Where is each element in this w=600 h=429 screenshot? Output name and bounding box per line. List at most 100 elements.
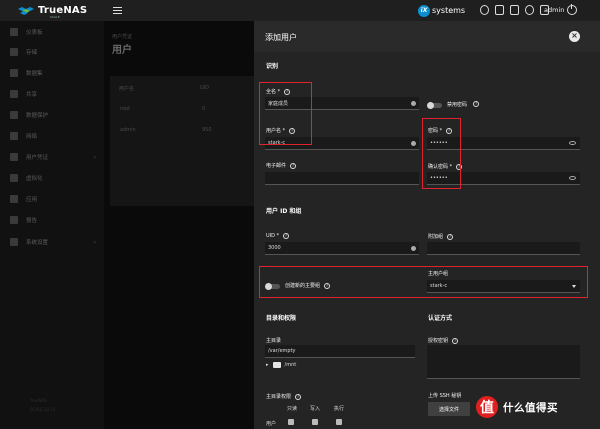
dialog-scrollbar[interactable] (595, 52, 598, 429)
breadcrumb[interactable]: 用户凭证 (112, 33, 132, 40)
credentials-icon (10, 153, 18, 161)
help-icon[interactable]: ? (290, 162, 297, 169)
home-perms-label: 主目录权限? (266, 393, 302, 400)
tree-item-mnt[interactable]: ▸ /mnt (266, 362, 296, 368)
chevron-right-icon: › (93, 238, 96, 246)
tree-item-label: /mnt (284, 362, 297, 368)
table-row[interactable]: root (120, 106, 130, 112)
visibility-icon[interactable] (569, 141, 576, 145)
sidebar-item-shares[interactable]: 共享 (0, 85, 104, 103)
table-row[interactable]: admin (120, 127, 136, 133)
sidebar-item-label: 系统设置 (26, 240, 49, 246)
dialog-header: 添加用户 × (254, 21, 600, 52)
perm-user-exec-checkbox[interactable] (336, 419, 342, 425)
home-dir-label: 主目录 (266, 338, 282, 344)
auth-keys-textarea[interactable] (427, 345, 580, 379)
perm-row-user: 用户 (266, 421, 277, 427)
app-name: TrueNAS (38, 5, 88, 16)
ixsystems-logo[interactable]: iX systems (418, 4, 465, 17)
virtualization-icon (10, 174, 18, 182)
power-icon[interactable] (567, 4, 577, 15)
table-header[interactable]: 用户名 (119, 85, 134, 92)
sidebar: 仪表板 存储 数据集 共享 数据保护 网络 用户凭证 › 虚拟化 应用 报告 系统… (0, 21, 104, 429)
perm-user-write-checkbox[interactable] (312, 419, 318, 425)
section-authentication: 认证方式 (428, 315, 453, 322)
network-icon (10, 132, 18, 140)
truecommand-icon[interactable] (480, 5, 489, 15)
hamburger-icon[interactable] (113, 7, 122, 15)
table-cell: 950 (202, 127, 212, 133)
uid-label: UID *? (266, 233, 290, 239)
uid-field[interactable]: 3000 (265, 242, 419, 255)
sidebar-item-data-protection[interactable]: 数据保护 (0, 106, 104, 124)
table-header[interactable]: UID (200, 85, 209, 91)
close-icon[interactable]: × (569, 31, 580, 42)
aux-groups-select[interactable] (427, 242, 580, 255)
home-dir-field[interactable]: /var/empty (265, 345, 415, 358)
watermark-badge: 值 (476, 396, 498, 418)
sidebar-item-reports[interactable]: 报告 (0, 211, 104, 229)
chevron-right-icon: › (93, 153, 96, 161)
home-dir-value: /var/empty (268, 348, 296, 354)
add-user-dialog: 添加用户 × 识别 全名 *? 家庭成员 禁用密码 ? 用户名 *? stark… (254, 21, 600, 429)
clear-icon[interactable] (411, 140, 416, 146)
email-label: 电子邮件? (266, 162, 297, 169)
disable-password-toggle[interactable] (427, 101, 442, 109)
sidebar-item-apps[interactable]: 应用 (0, 190, 104, 208)
settings-icon[interactable] (525, 5, 534, 15)
highlight-primary-group (259, 266, 588, 298)
help-icon[interactable]: ? (452, 337, 459, 344)
clipboard-icon[interactable] (510, 5, 519, 15)
expand-icon[interactable]: ▸ (266, 362, 269, 368)
ix-badge: iX (418, 4, 430, 17)
auth-keys-label: 授权密钥? (428, 337, 459, 344)
sidebar-footer-version: SCALE 22.12 (30, 407, 56, 412)
sidebar-item-credentials[interactable]: 用户凭证 › (0, 148, 104, 166)
main-content: 用户凭证 用户 用户名 UID root 0 admin 950 (104, 21, 254, 429)
perm-col-read: 只读 (287, 406, 298, 412)
perm-col-exec: 执行 (334, 406, 345, 412)
sidebar-item-label: 共享 (26, 92, 38, 98)
sidebar-item-label: 网络 (26, 134, 38, 140)
system-settings-icon (10, 238, 18, 246)
email-field[interactable] (265, 172, 419, 185)
help-icon[interactable]: ? (473, 101, 479, 107)
sidebar-item-label: 数据集 (26, 71, 43, 77)
sidebar-item-label: 用户凭证 (26, 155, 49, 161)
users-table: 用户名 UID root 0 admin 950 (110, 76, 254, 206)
jobs-icon[interactable] (495, 5, 504, 15)
page-title: 用户 (112, 45, 132, 56)
perm-user-read-checkbox[interactable] (288, 419, 294, 425)
watermark: 值 什么值得买 (476, 396, 558, 418)
sidebar-item-label: 报告 (26, 218, 38, 224)
app-edition: SCALE (50, 15, 60, 19)
datasets-icon (10, 69, 18, 77)
help-icon[interactable]: ? (283, 233, 290, 239)
section-identification: 识别 (266, 63, 279, 70)
user-menu[interactable]: admin (544, 6, 564, 14)
data-protection-icon (10, 111, 18, 119)
sidebar-item-storage[interactable]: 存储 (0, 43, 104, 61)
clear-icon[interactable] (411, 100, 416, 106)
sidebar-item-label: 存储 (26, 50, 38, 56)
sidebar-item-datasets[interactable]: 数据集 (0, 64, 104, 82)
dashboard-icon (10, 28, 18, 36)
clear-icon[interactable] (411, 245, 416, 251)
perm-col-write: 写入 (310, 406, 321, 412)
sidebar-item-system-settings[interactable]: 系统设置 › (0, 233, 104, 251)
sidebar-item-dashboard[interactable]: 仪表板 (0, 23, 104, 41)
sidebar-item-virtualization[interactable]: 虚拟化 (0, 169, 104, 187)
choose-file-button[interactable]: 选择文件 (428, 402, 470, 416)
storage-icon (10, 48, 18, 56)
dialog-body: 识别 全名 *? 家庭成员 禁用密码 ? 用户名 *? stark-c 密码 *… (254, 52, 600, 429)
sidebar-item-network[interactable]: 网络 (0, 127, 104, 145)
help-icon[interactable]: ? (447, 233, 454, 240)
sidebar-footer-brand: TrueNAS (30, 398, 47, 403)
help-icon[interactable]: ? (295, 393, 302, 400)
section-uid-groups: 用户 ID 和组 (266, 208, 302, 215)
visibility-icon[interactable] (569, 176, 576, 180)
top-bar: TrueNAS SCALE iX systems admin (0, 0, 600, 21)
highlight-password-fields (422, 118, 461, 189)
section-directories: 目录和权限 (266, 315, 297, 322)
truenas-logo-icon (18, 6, 34, 15)
